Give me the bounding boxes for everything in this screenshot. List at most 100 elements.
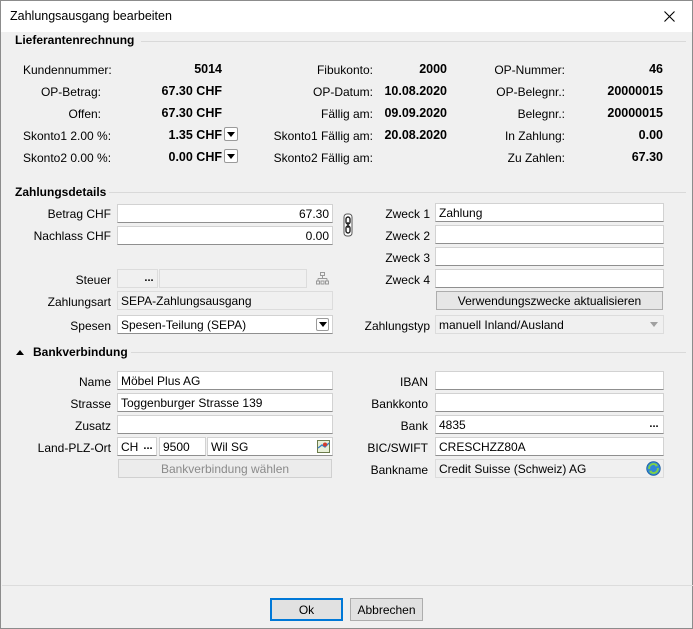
fibukonto-value: 2000 (419, 62, 447, 76)
offen-label: Offen: (68, 107, 101, 121)
op-betrag-label: OP-Betrag: (40, 85, 101, 99)
ellipsis-icon: ... (649, 418, 659, 430)
zahlungstyp-dropdown-button[interactable] (647, 318, 660, 331)
zweck4-label: Zweck 4 (385, 273, 430, 287)
betrag-input[interactable]: 67.30 (117, 204, 333, 223)
zahlungsart-value: SEPA-Zahlungsausgang (117, 291, 333, 310)
map-icon (317, 440, 330, 453)
steuer-label: Steuer (75, 273, 111, 287)
kundennummer-value: 5014 (194, 62, 222, 76)
plz-input[interactable]: 9500 (159, 437, 206, 456)
bankkonto-label: Bankkonto (371, 397, 428, 411)
name-input[interactable]: Möbel Plus AG (117, 371, 333, 390)
land-lookup-button[interactable]: ... (140, 438, 156, 455)
ort-input[interactable]: Wil SG (207, 437, 333, 456)
fibukonto-label: Fibukonto: (316, 63, 373, 77)
op-belegnr-label: OP-Belegnr.: (496, 85, 565, 99)
belegnr-value: 20000015 (607, 106, 663, 120)
footer-divider (2, 585, 693, 586)
zu-zahlen-value: 67.30 (631, 150, 663, 164)
op-nummer-label: OP-Nummer: (494, 63, 565, 77)
spesen-select[interactable]: Spesen-Teilung (SEPA) (117, 315, 333, 334)
spesen-label: Spesen (70, 319, 111, 333)
skonto2-value: 0.00 CHF (168, 150, 223, 164)
faellig-label: Fällig am: (320, 107, 373, 121)
chevron-down-icon (227, 153, 235, 159)
op-datum-value: 10.08.2020 (384, 84, 447, 98)
spesen-selected-value: Spesen-Teilung (SEPA) (121, 318, 247, 332)
collapse-icon (16, 349, 24, 355)
iban-input[interactable] (435, 371, 664, 390)
name-label: Name (78, 375, 111, 389)
ellipsis-icon: ... (144, 272, 154, 284)
steuer-tree-button[interactable] (313, 269, 332, 288)
chevron-down-icon (649, 322, 658, 327)
ok-button[interactable]: Ok (270, 598, 343, 621)
section-divider (141, 41, 686, 42)
op-belegnr-value: 20000015 (607, 84, 663, 98)
skonto1-label: Skonto1 2.00 %: (23, 129, 112, 143)
nachlass-label: Nachlass CHF (33, 229, 111, 243)
bankkonto-input[interactable] (435, 393, 664, 412)
zweck1-label: Zweck 1 (385, 207, 430, 221)
close-button[interactable] (646, 1, 692, 32)
steuer-lookup-button[interactable]: ... (141, 270, 157, 287)
skonto1-faellig-value: 20.08.2020 (384, 128, 447, 142)
bankverbindung-collapse-toggle[interactable] (15, 347, 25, 357)
land-plz-ort-label: Land-PLZ-Ort (37, 441, 111, 455)
skonto2-label: Skonto2 0.00 %: (23, 151, 112, 165)
zahlungstyp-select[interactable]: manuell Inland/Ausland (435, 315, 664, 334)
zweck4-input[interactable] (435, 269, 664, 288)
zu-zahlen-label: Zu Zahlen: (507, 151, 565, 165)
zahlungstyp-selected-value: manuell Inland/Ausland (439, 318, 564, 332)
bankverbindung-waehlen-button[interactable]: Bankverbindung wählen (118, 459, 332, 478)
op-betrag-value: 67.30 CHF (161, 84, 222, 98)
zweck2-label: Zweck 2 (385, 229, 430, 243)
bankname-value: Credit Suisse (Schweiz) AG (435, 459, 664, 478)
zahlungsart-label: Zahlungsart (47, 295, 111, 309)
chevron-down-icon (227, 131, 235, 137)
bankname-refresh-button[interactable] (645, 460, 662, 477)
zusatz-input[interactable] (117, 415, 333, 434)
skonto1-faellig-label: Skonto1 Fällig am: (273, 129, 373, 143)
skonto1-dropdown[interactable] (224, 127, 238, 141)
bic-input[interactable]: CRESCHZZ80A (435, 437, 664, 456)
section-divider (109, 192, 686, 193)
belegnr-label: Belegnr.: (517, 107, 565, 121)
strasse-input[interactable]: Toggenburger Strasse 139 (117, 393, 333, 412)
in-zahlung-value: 0.00 (638, 128, 663, 142)
in-zahlung-label: In Zahlung: (504, 129, 565, 143)
title-bar: Zahlungsausgang bearbeiten (1, 1, 692, 32)
zweck3-label: Zweck 3 (385, 251, 430, 265)
zahlungstyp-label: Zahlungstyp (364, 319, 430, 333)
link-icon (343, 213, 353, 237)
tree-icon (316, 272, 329, 285)
bic-label: BIC/SWIFT (367, 441, 428, 455)
offen-value: 67.30 CHF (161, 106, 222, 120)
refresh-icon (646, 461, 661, 476)
bank-input[interactable]: 4835 (435, 415, 664, 434)
iban-label: IBAN (399, 375, 428, 389)
skonto1-value: 1.35 CHF (168, 128, 223, 142)
strasse-label: Strasse (70, 397, 111, 411)
verwendungszwecke-aktualisieren-button[interactable]: Verwendungszwecke aktualisieren (436, 291, 663, 310)
zusatz-label: Zusatz (74, 419, 111, 433)
spesen-dropdown-button[interactable] (316, 318, 329, 331)
section-title-bankverbindung: Bankverbindung (33, 345, 128, 359)
betrag-label: Betrag CHF (47, 207, 111, 221)
link-toggle-button[interactable] (341, 212, 355, 238)
ellipsis-icon: ... (143, 440, 153, 452)
ort-map-button[interactable] (316, 439, 331, 454)
nachlass-input[interactable]: 0.00 (117, 226, 333, 245)
abbrechen-button[interactable]: Abbrechen (350, 598, 423, 621)
skonto2-faellig-label: Skonto2 Fällig am: (273, 151, 373, 165)
zweck2-input[interactable] (435, 225, 664, 244)
bank-lookup-button[interactable]: ... (646, 416, 662, 433)
op-datum-label: OP-Datum: (312, 85, 373, 99)
dialog-window: Zahlungsausgang bearbeiten Lieferantenre… (0, 0, 693, 629)
zweck3-input[interactable] (435, 247, 664, 266)
chevron-down-icon (318, 322, 327, 327)
zweck1-input[interactable]: Zahlung (435, 203, 664, 222)
skonto2-dropdown[interactable] (224, 149, 238, 163)
bank-label: Bank (400, 419, 428, 433)
